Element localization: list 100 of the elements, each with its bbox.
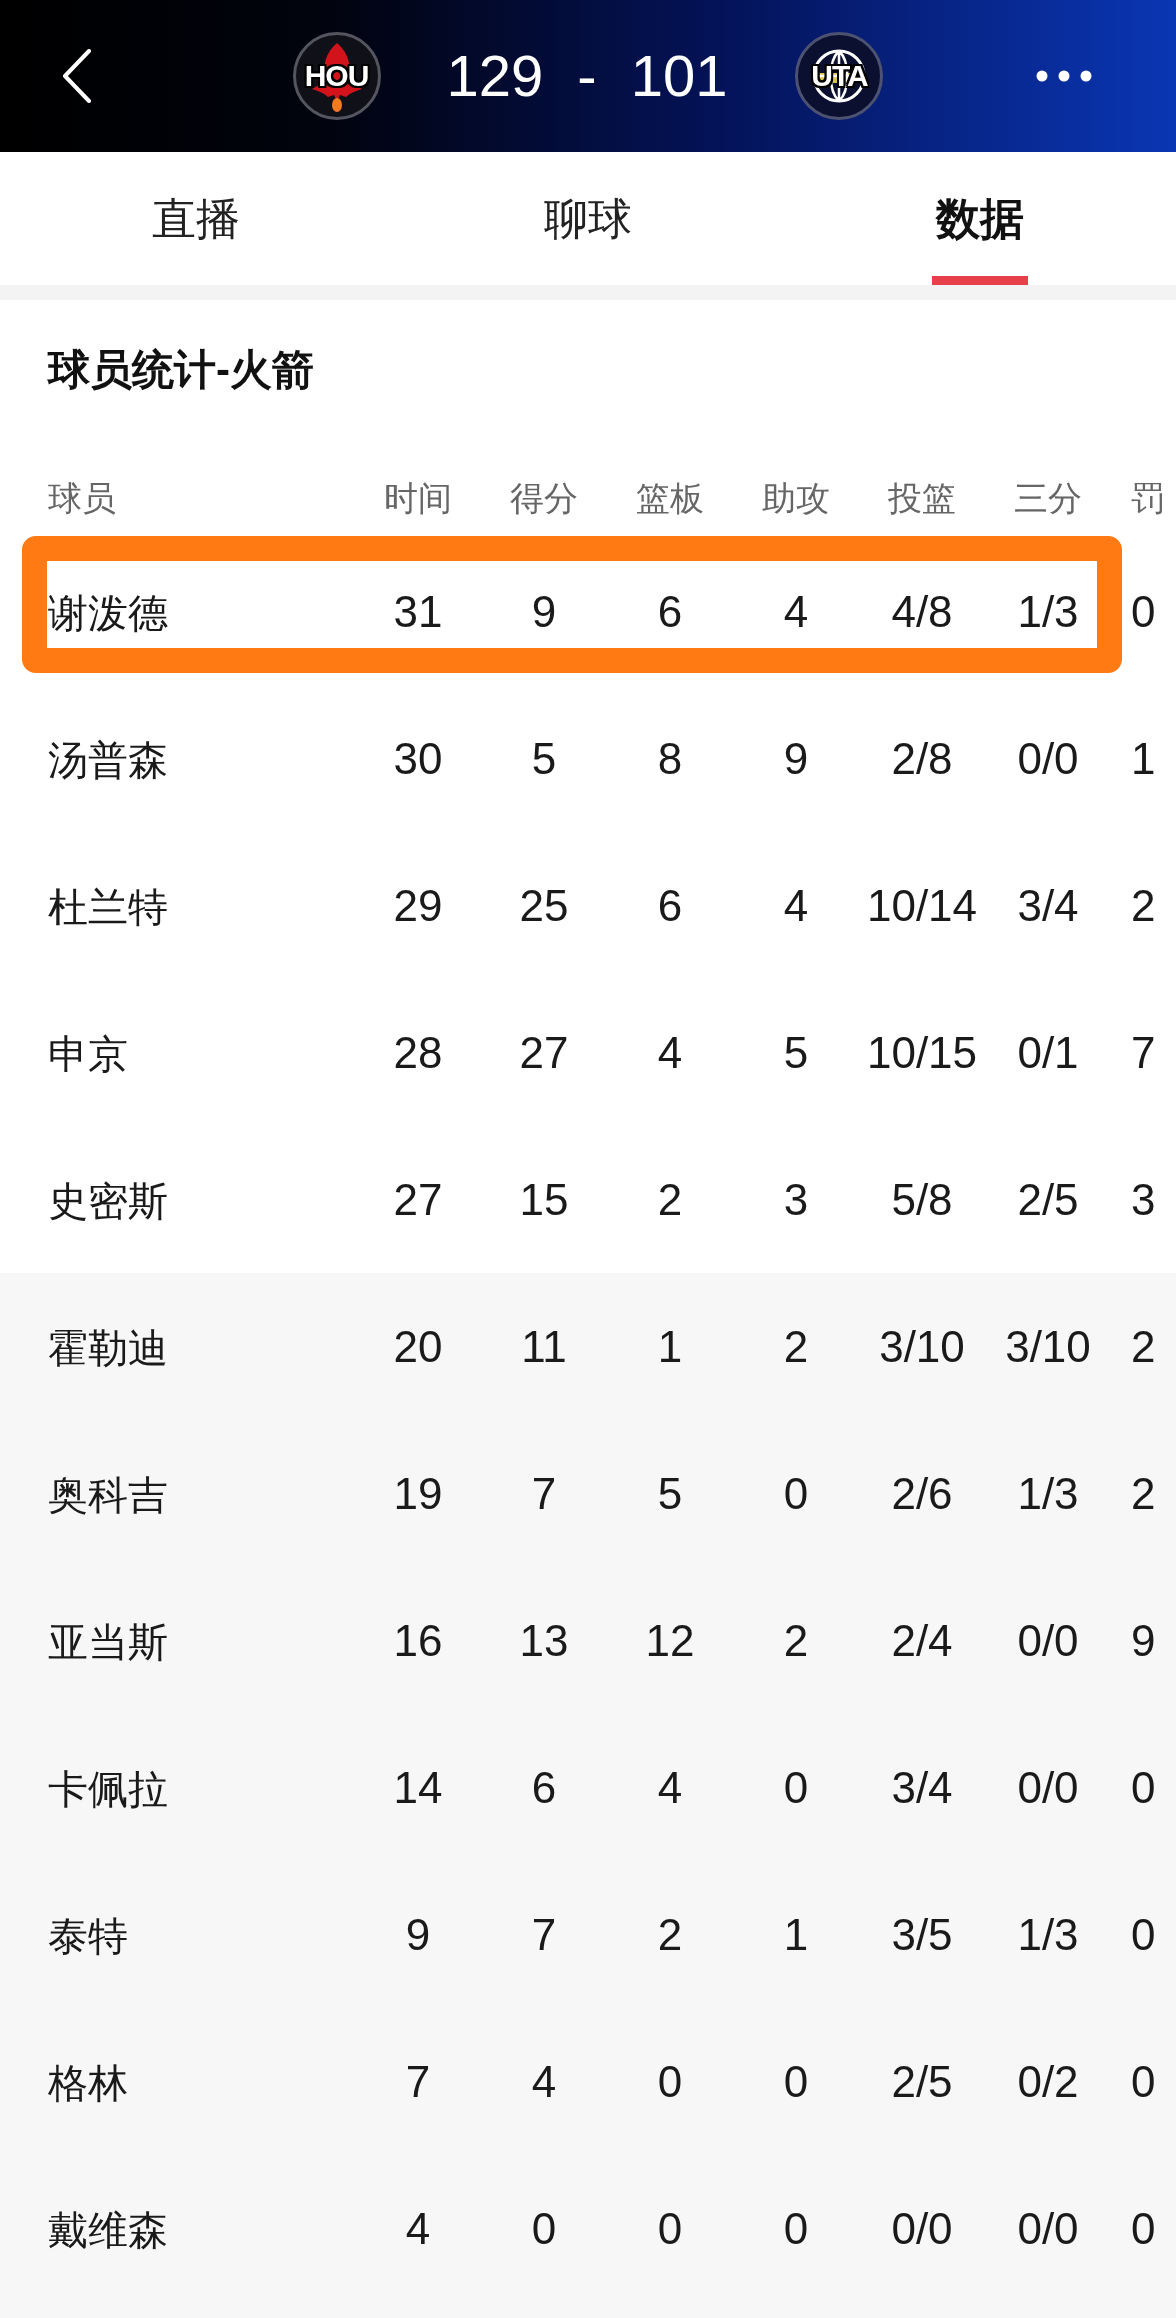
column-header: 篮板	[636, 479, 704, 517]
more-icon	[1036, 70, 1092, 82]
player-name: 戴维森	[48, 2207, 168, 2252]
stat-value: 0	[1131, 2056, 1156, 2106]
stat-value: 5/8	[891, 1174, 953, 1224]
stat-value: 2	[657, 1909, 683, 1959]
column-header: 球员	[48, 479, 116, 517]
column-header: 得分	[510, 479, 578, 517]
stat-value: 10/14	[866, 880, 978, 930]
stat-value: 4	[657, 1762, 683, 1812]
player-name: 杜兰特	[48, 884, 168, 929]
stat-value: 2/5	[891, 2056, 953, 2106]
stat-value: 1/3	[1017, 1909, 1079, 1959]
stat-value: 9	[531, 586, 557, 636]
player-name: 奥科吉	[48, 1472, 168, 1517]
player-name: 史密斯	[48, 1178, 168, 1223]
stat-value: 0	[657, 2203, 683, 2253]
stat-value: 2/4	[891, 1615, 953, 1665]
stat-value: 25	[519, 880, 569, 930]
stat-value: 0/0	[891, 2203, 953, 2253]
stat-value: 3/4	[891, 1762, 953, 1812]
stat-value: 0	[1131, 1762, 1156, 1812]
player-name: 亚当斯	[48, 1619, 168, 1664]
stat-value: 27	[519, 1027, 569, 1077]
stat-value: 8	[657, 733, 683, 783]
stat-value: 6	[657, 880, 683, 930]
stat-value: 2/6	[891, 1468, 953, 1518]
stat-value: 0/2	[1017, 2056, 1079, 2106]
stat-value: 16	[393, 1615, 443, 1665]
stat-value: 11	[521, 1321, 567, 1371]
stat-value: 9	[405, 1909, 431, 1959]
column-header: 时间	[384, 479, 452, 517]
stat-value: 0	[657, 2056, 683, 2106]
stat-value: 0	[1131, 1909, 1156, 1959]
stat-value: 2	[1131, 1321, 1156, 1371]
stat-value: 4	[531, 2056, 557, 2106]
player-name: 谢泼德	[48, 590, 168, 635]
stat-value: 6	[657, 586, 683, 636]
stat-value: 7	[531, 1468, 557, 1518]
stat-value: 4	[405, 2203, 431, 2253]
player-name: 霍勒迪	[48, 1325, 168, 1370]
stat-value: 2	[783, 1615, 809, 1665]
stat-value: 3/5	[891, 1909, 953, 1959]
stat-value: 1/3	[1017, 1468, 1079, 1518]
more-button[interactable]	[1036, 70, 1092, 82]
column-header: 三分	[1014, 479, 1082, 517]
stat-value: 0/0	[1017, 733, 1079, 783]
stat-value: 4/8	[891, 586, 953, 636]
stat-value: 28	[393, 1027, 443, 1077]
stat-value: 2	[657, 1174, 683, 1224]
back-button[interactable]	[62, 49, 92, 103]
stat-value: 0	[531, 2203, 557, 2253]
stat-value: 13	[519, 1615, 569, 1665]
stat-value: 3	[783, 1174, 809, 1224]
stat-value: 0/0	[1017, 1762, 1079, 1812]
stat-value: 1	[783, 1909, 809, 1959]
player-name: 汤普森	[48, 737, 168, 782]
player-name: 申京	[48, 1031, 128, 1076]
stat-value: 2	[1131, 880, 1156, 930]
stat-value: 0/0	[1017, 2203, 1079, 2253]
score-separator: -	[577, 44, 597, 108]
column-header: 罚	[1131, 479, 1165, 517]
stat-value: 10/15	[866, 1027, 978, 1077]
player-name: 格林	[48, 2060, 128, 2105]
stat-value: 5	[531, 733, 557, 783]
tab[interactable]: 聊球	[392, 152, 784, 285]
stat-value: 9	[1131, 1615, 1156, 1665]
stat-value: 7	[405, 2056, 431, 2106]
stat-value: 7	[1131, 1027, 1156, 1077]
tab[interactable]: 直播	[0, 152, 392, 285]
stat-value: 1	[1131, 733, 1156, 783]
stat-value: 19	[393, 1468, 443, 1518]
back-icon	[62, 49, 92, 103]
column-header: 助攻	[762, 479, 830, 517]
stat-value: 4	[783, 586, 809, 636]
stat-value: 1/3	[1017, 586, 1079, 636]
stat-value: 7	[531, 1909, 557, 1959]
stat-value: 15	[519, 1174, 569, 1224]
stat-value: 12	[645, 1615, 695, 1665]
stat-value: 9	[783, 733, 809, 783]
stat-value: 5	[657, 1468, 683, 1518]
stat-value: 29	[393, 880, 443, 930]
tab[interactable]: 数据	[784, 152, 1176, 285]
stat-value: 0/1	[1017, 1027, 1079, 1077]
stat-value: 0	[783, 2203, 809, 2253]
stat-value: 27	[393, 1174, 443, 1224]
stat-value: 3	[1131, 1174, 1156, 1224]
stat-value: 0	[783, 1468, 809, 1518]
stat-value: 0	[1131, 2203, 1156, 2253]
player-name: 泰特	[48, 1913, 128, 1958]
stat-value: 0	[783, 1762, 809, 1812]
away-score: 101	[630, 44, 728, 108]
stat-value: 2/8	[891, 733, 953, 783]
team-abbreviation: UTA	[810, 60, 871, 92]
stat-value: 0	[783, 2056, 809, 2106]
stat-value: 5	[783, 1027, 809, 1077]
stat-value: 4	[783, 880, 809, 930]
player-name: 卡佩拉	[48, 1766, 168, 1811]
column-header: 投篮	[888, 479, 956, 517]
stat-value: 0	[1131, 586, 1156, 636]
